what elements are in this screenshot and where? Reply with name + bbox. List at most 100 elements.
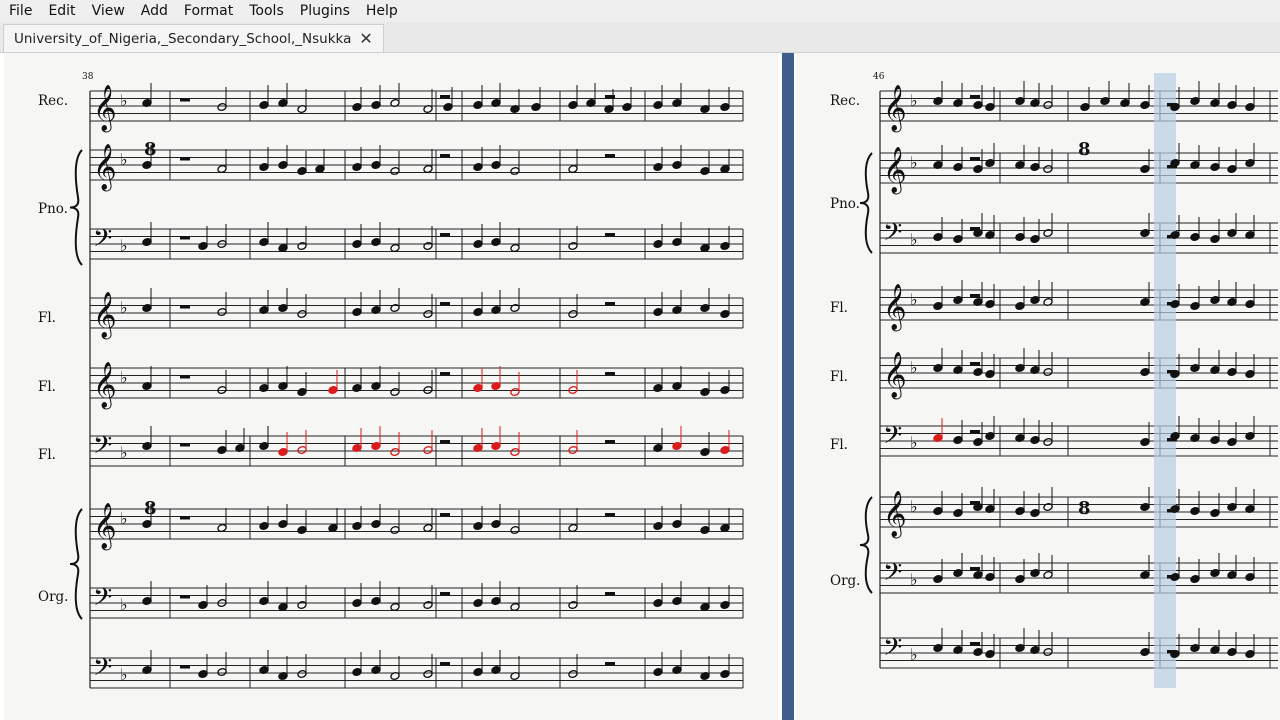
treble-clef-icon: 𝄞 [93,292,117,340]
bass-clef-icon: 𝄢 [93,653,112,688]
instrument-label: Fl. [38,447,56,463]
menu-add[interactable]: Add [132,3,175,19]
flat-key-icon: ♭ [120,298,128,317]
rest [440,372,450,376]
rest [970,227,980,231]
menu-plugins[interactable]: Plugins [291,3,357,19]
menu-file[interactable]: File [0,3,39,19]
time-signature: 8 [144,139,157,160]
page-divider [782,53,794,720]
treble-clef-icon: 𝄞 [883,147,907,195]
instrument-label: Pno. [830,196,860,212]
rest [180,236,190,240]
time-signature: 8 [1078,139,1091,160]
menu-view[interactable]: View [83,3,132,19]
rest [1167,165,1177,169]
time-signature: 8 [144,498,157,519]
rest [180,98,190,102]
rest [1167,509,1177,513]
rest [1167,575,1177,579]
treble-clef-icon: 𝄞 [883,491,907,539]
measure-number: 38 [82,72,94,82]
rest [970,362,980,366]
bass-clef-icon: 𝄢 [93,431,112,466]
flat-key-icon: ♭ [120,236,128,255]
rest [605,233,615,237]
rest [440,154,450,158]
rest [180,305,190,309]
rest [970,567,980,571]
instrument-label: Fl. [38,379,56,395]
flat-key-icon: ♭ [120,665,128,684]
flat-key-icon: ♭ [910,153,918,172]
instrument-label: Rec. [830,93,860,109]
bass-clef-icon: 𝄢 [93,224,112,259]
treble-clef-icon: 𝄞 [93,362,117,410]
rest [605,592,615,596]
close-icon[interactable]: ✕ [359,29,372,48]
rest [605,440,615,444]
rest [970,430,980,434]
instrument-label: Org. [38,589,68,605]
score-canvas[interactable]: 𝄞 ♭ 𝄞 ♭ 𝄢 ♭ 𝄞 ♭ 𝄞 ♭ 𝄢 ♭ 𝄞 ♭ 𝄢 ♭ 𝄢 ♭ 𝄞 ♭ 𝄞 ♭ 𝄢 ♭ 𝄞 ♭ 𝄞 ♭ 𝄢 ♭ 𝄞 ♭ 𝄢 ♭ 𝄢 ♭ Rec.… [0,53,1280,720]
menu-help[interactable]: Help [357,3,405,19]
rest [1167,103,1177,107]
bass-clef-icon: 𝄢 [883,633,902,668]
rest [180,516,190,520]
rest [1167,302,1177,306]
rest [440,662,450,666]
treble-clef-icon: 𝄞 [883,352,907,400]
flat-key-icon: ♭ [910,433,918,452]
flat-key-icon: ♭ [910,570,918,589]
flat-key-icon: ♭ [910,645,918,664]
flat-key-icon: ♭ [120,443,128,462]
menu-bar: File Edit View Add Format Tools Plugins … [0,0,1280,23]
tab-bar: University_of_Nigeria,_Secondary_School,… [0,22,1280,53]
rest [970,95,980,99]
rest [1167,370,1177,374]
instrument-label: Fl. [830,369,848,385]
flat-key-icon: ♭ [120,509,128,528]
rest [440,302,450,306]
rest [605,372,615,376]
flat-key-icon: ♭ [120,595,128,614]
rest [605,154,615,158]
bass-clef-icon: 𝄢 [883,421,902,456]
measure-number: 46 [873,72,885,82]
instrument-label: Fl. [830,300,848,316]
rest [180,665,190,669]
flat-key-icon: ♭ [910,230,918,249]
menu-edit[interactable]: Edit [39,3,82,19]
score-tab-title: University_of_Nigeria,_Secondary_School,… [14,30,352,47]
flat-key-icon: ♭ [910,290,918,309]
instrument-label: Fl. [38,310,56,326]
treble-clef-icon: 𝄞 [883,284,907,332]
rest [1167,235,1177,239]
instrument-label: Org. [830,573,860,589]
score-view[interactable]: 𝄞 ♭𝄞 ♭𝄢 ♭𝄞 ♭𝄞 ♭𝄢 ♭𝄞 ♭𝄢 ♭𝄢 ♭𝄞 ♭𝄞 ♭𝄢 ♭𝄞 ♭𝄞 ♭𝄢 ♭𝄞 ♭𝄢 ♭𝄢 ♭Rec.… [0,53,1280,720]
treble-clef-icon: 𝄞 [93,144,117,192]
flat-key-icon: ♭ [120,91,128,110]
time-signature: 8 [1078,498,1091,519]
rest [1167,438,1177,442]
rest [440,513,450,517]
rest [180,443,190,447]
rest [970,501,980,505]
rest [440,440,450,444]
rest [605,95,615,99]
menu-format[interactable]: Format [175,3,240,19]
treble-clef-icon: 𝄞 [883,85,907,133]
rest [605,302,615,306]
rest [970,294,980,298]
instrument-label: Fl. [830,437,848,453]
rest [180,375,190,379]
rest [1167,650,1177,654]
rest [605,513,615,517]
treble-clef-icon: 𝄞 [93,503,117,551]
bass-clef-icon: 𝄢 [93,583,112,618]
flat-key-icon: ♭ [120,150,128,169]
rest [180,595,190,599]
menu-tools[interactable]: Tools [240,3,291,19]
score-tab[interactable]: University_of_Nigeria,_Secondary_School,… [3,24,384,52]
bass-clef-icon: 𝄢 [883,218,902,253]
